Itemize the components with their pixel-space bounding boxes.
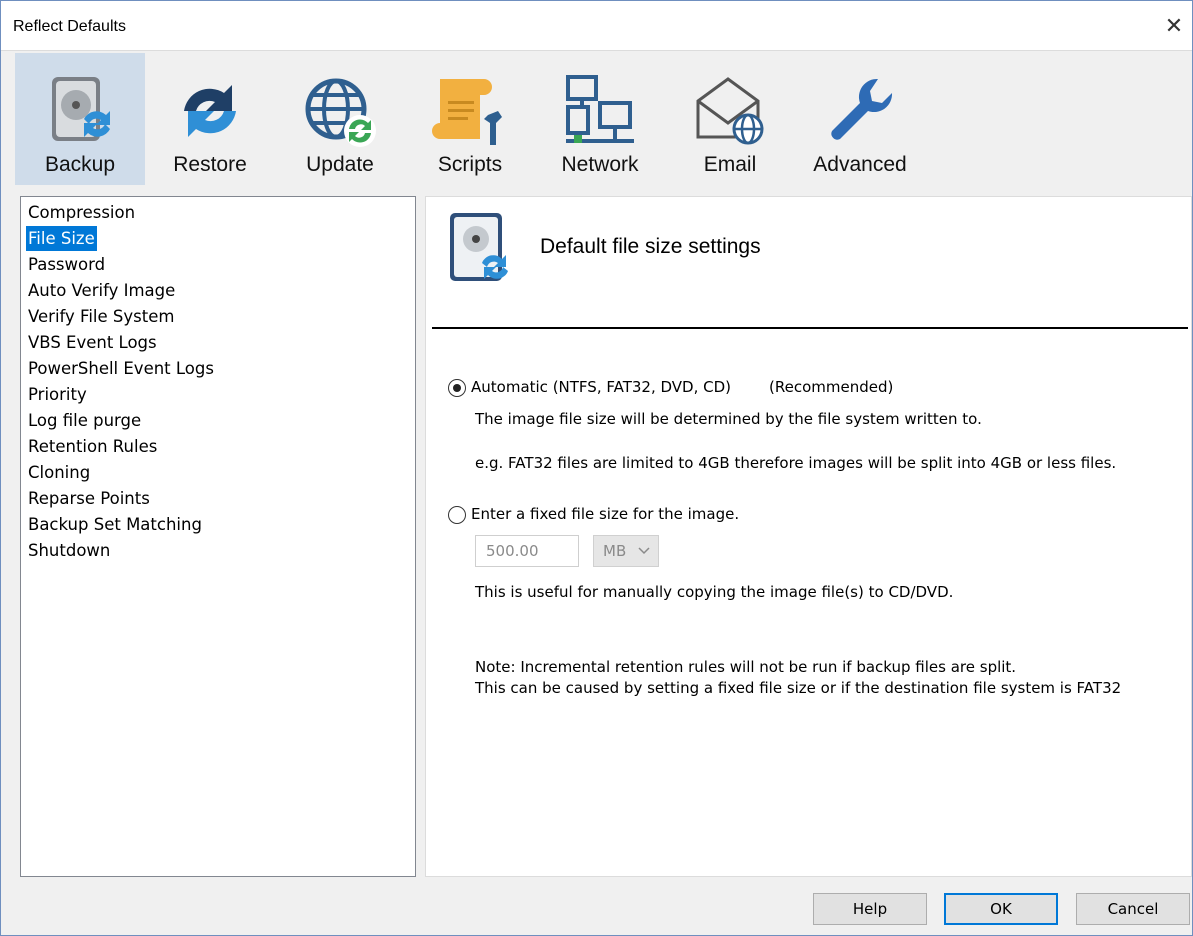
list-item-cloning[interactable]: Cloning <box>26 460 92 485</box>
toolbar-label: Advanced <box>813 153 907 176</box>
list-item-vbs-event-logs[interactable]: VBS Event Logs <box>26 330 159 355</box>
header-divider <box>432 327 1188 329</box>
backup-disk-icon <box>450 213 508 281</box>
toolbar-update-button[interactable]: Update <box>275 53 405 185</box>
radio-checked-dot <box>452 383 461 392</box>
restore-arrows-icon <box>184 85 236 137</box>
list-item-password[interactable]: Password <box>26 252 107 277</box>
update-globe-icon <box>305 78 376 147</box>
toolbar-email-button[interactable]: Email <box>665 53 795 185</box>
scripts-scroll-icon <box>432 79 502 145</box>
list-item-reparse-points[interactable]: Reparse Points <box>26 486 152 511</box>
title-bar: Reflect Defaults ✕ <box>1 1 1192 51</box>
list-item-powershell-event-logs[interactable]: PowerShell Event Logs <box>26 356 216 381</box>
toolbar-label: Restore <box>173 153 247 176</box>
auto-size-description: The image file size will be determined b… <box>475 410 982 428</box>
wrench-icon <box>831 78 893 140</box>
network-computers-icon <box>566 75 634 143</box>
list-item-backup-set-matching[interactable]: Backup Set Matching <box>26 512 204 537</box>
toolbar-label: Email <box>703 153 757 176</box>
toolbar-backup-button[interactable]: Backup <box>15 53 145 185</box>
file-size-settings-panel: Default file size settings Automatic (NT… <box>425 196 1192 877</box>
chevron-down-icon <box>638 547 650 555</box>
list-item-shutdown[interactable]: Shutdown <box>26 538 112 563</box>
toolbar-label: Scripts <box>437 153 503 176</box>
toolbar-restore-button[interactable]: Restore <box>145 53 275 185</box>
size-unit-value: MB <box>603 542 627 560</box>
list-item-log-file-purge[interactable]: Log file purge <box>26 408 143 433</box>
toolbar-scripts-button[interactable]: Scripts <box>405 53 535 185</box>
auto-size-example: e.g. FAT32 files are limited to 4GB ther… <box>475 454 1117 472</box>
email-envelope-icon <box>696 77 764 145</box>
toolbar-label: Network <box>561 153 639 176</box>
size-unit-select[interactable]: MB <box>593 535 659 567</box>
settings-category-list: Compression File Size Password Auto Veri… <box>20 196 416 877</box>
ok-button[interactable]: OK <box>944 893 1058 925</box>
cancel-button[interactable]: Cancel <box>1076 893 1190 925</box>
toolbar-label: Backup <box>44 153 116 176</box>
recommended-tag: (Recommended) <box>769 378 894 396</box>
list-item-verify-file-system[interactable]: Verify File System <box>26 304 176 329</box>
list-item-compression[interactable]: Compression <box>26 200 137 225</box>
fixed-size-description: This is useful for manually copying the … <box>475 583 954 601</box>
list-item-auto-verify-image[interactable]: Auto Verify Image <box>26 278 177 303</box>
reflect-defaults-dialog: Reflect Defaults ✕ Backup Restore Update… <box>0 0 1193 936</box>
fixed-size-input[interactable]: 500.00 <box>475 535 579 567</box>
fixed-size-radio[interactable] <box>448 506 466 524</box>
backup-disk-icon <box>52 77 110 141</box>
note-line-2: This can be caused by setting a fixed fi… <box>475 679 1122 697</box>
list-item-file-size[interactable]: File Size <box>26 226 97 251</box>
category-toolbar: Backup Restore Update Scripts Network Em… <box>15 53 1185 185</box>
help-button[interactable]: Help <box>813 893 927 925</box>
note-line-1: Note: Incremental retention rules will n… <box>475 658 1017 676</box>
list-item-retention-rules[interactable]: Retention Rules <box>26 434 159 459</box>
toolbar-advanced-button[interactable]: Advanced <box>795 53 925 185</box>
panel-title: Default file size settings <box>540 235 761 258</box>
close-button[interactable]: ✕ <box>1156 9 1192 45</box>
list-item-priority[interactable]: Priority <box>26 382 89 407</box>
fixed-size-label[interactable]: Enter a fixed file size for the image. <box>471 505 739 523</box>
auto-size-radio[interactable] <box>448 379 466 397</box>
window-title: Reflect Defaults <box>13 18 126 35</box>
toolbar-label: Update <box>306 153 374 176</box>
auto-size-label[interactable]: Automatic (NTFS, FAT32, DVD, CD) <box>471 378 731 396</box>
toolbar-network-button[interactable]: Network <box>535 53 665 185</box>
